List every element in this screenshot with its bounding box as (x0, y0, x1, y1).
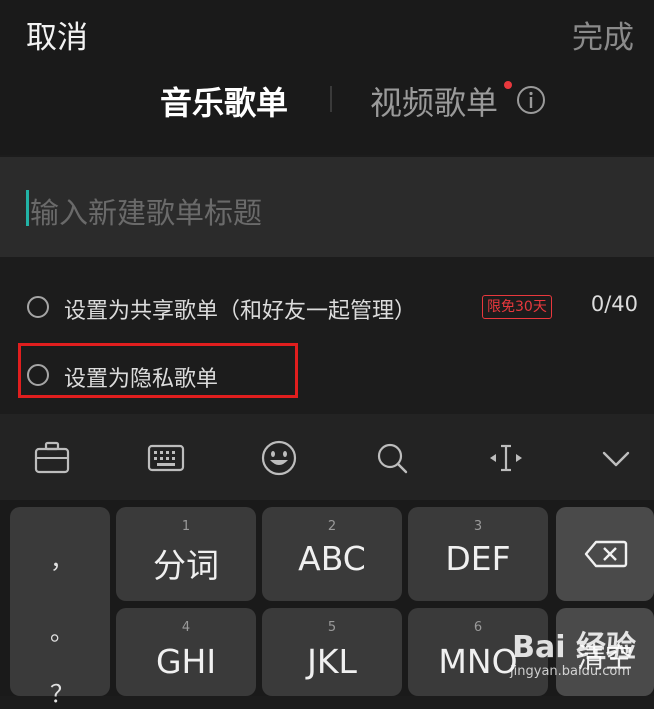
new-dot-indicator (504, 81, 512, 89)
key-4-label: GHI (155, 642, 217, 681)
key-2-label: ABC (298, 539, 366, 578)
comma-key[interactable]: ， (50, 540, 74, 575)
key-3-label: DEF (445, 539, 511, 578)
key-2-number: 2 (327, 519, 337, 534)
backspace-icon (584, 540, 628, 568)
cursor-move-icon[interactable] (486, 438, 526, 478)
emoji-icon[interactable] (259, 438, 299, 478)
text-cursor (26, 190, 29, 226)
key-3-number: 3 (473, 519, 483, 534)
highlight-box (18, 343, 298, 398)
key-1[interactable]: 1 分词 (116, 507, 256, 601)
tab-music-playlist[interactable]: 音乐歌单 (160, 78, 288, 124)
key-1-label: 分词 (153, 546, 219, 585)
shared-option-label[interactable]: 设置为共享歌单（和好友一起管理） (64, 293, 416, 325)
punctuation-column[interactable] (10, 507, 110, 696)
key-4-number: 4 (181, 620, 191, 635)
key-4[interactable]: 4 GHI (116, 608, 256, 696)
keyboard-toolbar (0, 414, 654, 500)
key-1-number: 1 (181, 519, 191, 534)
watermark-url: jingyan.baidu.com (510, 664, 630, 679)
char-counter: 0/40 (590, 292, 638, 316)
question-key[interactable]: ？ (50, 674, 74, 709)
cancel-button[interactable]: 取消 (26, 12, 88, 57)
chevron-down-icon[interactable] (596, 438, 636, 478)
tab-divider (330, 86, 332, 112)
search-icon[interactable] (372, 438, 412, 478)
briefcase-icon[interactable] (32, 438, 72, 478)
title-input-placeholder: 输入新建歌单标题 (30, 196, 263, 230)
key-5-number: 5 (327, 620, 337, 635)
free-trial-badge: 限免30天 (482, 295, 552, 319)
done-button[interactable]: 完成 (572, 12, 634, 57)
period-key[interactable]: 。 (50, 612, 74, 647)
key-3[interactable]: 3 DEF (408, 507, 548, 601)
tab-video-playlist[interactable]: 视频歌单 (370, 78, 498, 124)
key-2[interactable]: 2 ABC (262, 507, 402, 601)
info-icon[interactable] (516, 85, 546, 115)
baidu-watermark: Bai 经验 (512, 630, 636, 665)
keyboard-icon[interactable] (146, 438, 186, 478)
key-5-label: JKL (307, 642, 357, 681)
shared-radio[interactable] (27, 296, 49, 318)
key-5[interactable]: 5 JKL (262, 608, 402, 696)
backspace-key[interactable] (556, 507, 654, 601)
top-bar (0, 0, 654, 155)
